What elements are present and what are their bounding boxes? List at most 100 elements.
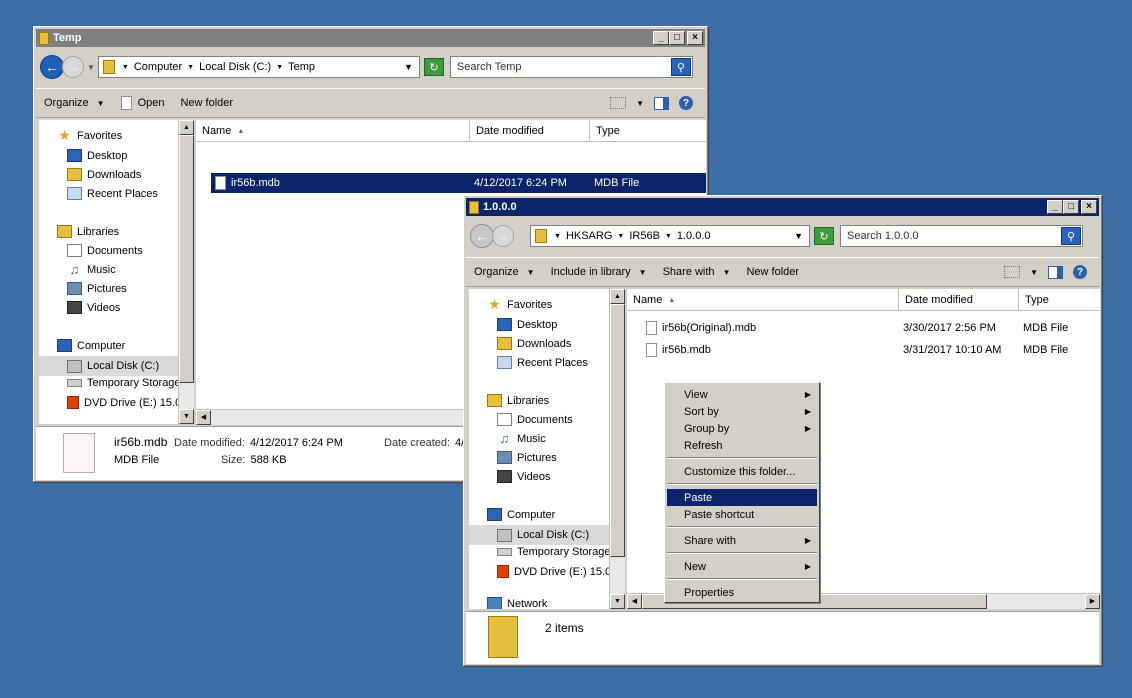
nav-scrollbar[interactable]: ▲ ▼ [178,120,194,424]
column-date-modified[interactable]: Date modified [899,289,1019,311]
nav-videos[interactable]: Videos [497,470,550,483]
back-button[interactable]: ← [470,224,494,248]
help-icon[interactable]: ? [1073,265,1087,279]
nav-documents[interactable]: Documents [67,244,143,257]
menu-item-view[interactable]: View ▶ [667,386,817,403]
nav-temporary-storage[interactable]: Temporary Storage [67,377,178,389]
scroll-thumb[interactable] [610,304,625,557]
title-bar[interactable]: 1.0.0.0 _ □ × [466,198,1099,216]
menu-item-paste-shortcut[interactable]: Paste shortcut [667,506,817,523]
minimize-button[interactable]: _ [653,31,669,45]
nav-videos[interactable]: Videos [67,301,120,314]
breadcrumb-arrow[interactable]: ▼ [665,233,672,240]
address-dropdown[interactable]: ▼ [794,231,803,241]
nav-dvd-drive[interactable]: DVD Drive (E:) 15.0 [67,396,178,409]
maximize-button[interactable]: □ [669,31,685,45]
scroll-right-arrow[interactable]: ▶ [1085,594,1100,609]
close-button[interactable]: × [687,31,703,45]
nav-recent-places[interactable]: Recent Places [497,356,588,369]
recent-pages-dropdown[interactable]: ▼ [87,63,95,72]
scroll-down-arrow[interactable]: ▼ [179,409,194,424]
organize-button[interactable]: Organize ▼ [36,97,113,109]
title-bar[interactable]: Temp _ □ × [36,29,705,47]
nav-computer[interactable]: Computer [487,508,555,521]
include-in-library-button[interactable]: Include in library ▼ [543,266,655,278]
address-bar[interactable]: ▼ HKSARG ▼ IR56B ▼ 1.0.0.0 ▼ [530,225,810,247]
forward-button[interactable]: → [492,225,514,247]
preview-pane-icon[interactable] [1048,265,1063,279]
preview-pane-icon[interactable] [654,96,669,110]
address-bar[interactable]: ▼ Computer ▼ Local Disk (C:) ▼ Temp ▼ [97,56,420,78]
forward-button[interactable]: → [62,56,84,78]
breadcrumb-hksarg[interactable]: HKSARG [564,230,614,242]
nav-downloads[interactable]: Downloads [67,168,141,181]
breadcrumb-ir56b[interactable]: IR56B [627,230,662,242]
nav-documents[interactable]: Documents [497,413,573,426]
breadcrumb-arrow[interactable]: ▼ [276,64,283,71]
menu-item-paste[interactable]: Paste [667,489,817,506]
breadcrumb-1000[interactable]: 1.0.0.0 [675,230,713,242]
scroll-up-arrow[interactable]: ▲ [610,289,625,304]
column-name[interactable]: Name ▲ [196,120,470,142]
view-options-dropdown[interactable]: ▼ [1030,268,1038,277]
refresh-button[interactable]: ↻ [423,58,444,76]
scroll-down-arrow[interactable]: ▼ [610,594,625,609]
view-options-dropdown[interactable]: ▼ [636,99,644,108]
menu-item-refresh[interactable]: Refresh [667,437,817,454]
nav-libraries[interactable]: Libraries [57,225,119,238]
organize-button[interactable]: Organize ▼ [466,266,543,278]
share-with-button[interactable]: Share with ▼ [655,266,739,278]
new-folder-button[interactable]: New folder [172,97,241,109]
back-button[interactable]: ← [40,55,64,79]
change-view-icon[interactable] [610,97,627,109]
menu-item-group-by[interactable]: Group by ▶ [667,420,817,437]
breadcrumb-arrow[interactable]: ▼ [187,64,194,71]
nav-favorites[interactable]: ★ Favorites [57,128,122,142]
nav-downloads[interactable]: Downloads [497,337,571,350]
file-row[interactable]: ir56b.mdb 4/12/2017 6:24 PM MDB File [211,173,706,193]
change-view-icon[interactable] [1004,266,1021,278]
breadcrumb-local-disk[interactable]: Local Disk (C:) [197,61,273,73]
nav-computer[interactable]: Computer [57,339,125,352]
maximize-button[interactable]: □ [1063,200,1079,214]
scroll-thumb[interactable] [179,135,194,383]
nav-pictures[interactable]: Pictures [497,451,557,464]
nav-temporary-storage[interactable]: Temporary Storage [497,546,609,558]
column-type[interactable]: Type [590,120,706,142]
nav-recent-places[interactable]: Recent Places [67,187,158,200]
search-box[interactable]: Search Temp ⚲ [449,56,693,78]
search-icon[interactable]: ⚲ [670,58,691,76]
search-icon[interactable]: ⚲ [1061,227,1081,245]
search-box[interactable]: Search 1.0.0.0 ⚲ [840,225,1083,247]
nav-music[interactable]: ♫ Music [67,263,116,276]
breadcrumb-arrow[interactable]: ▼ [122,64,129,71]
nav-libraries[interactable]: Libraries [487,394,549,407]
column-name[interactable]: Name ▲ [627,289,899,311]
nav-local-disk[interactable]: Local Disk (C:) [39,356,178,376]
column-type[interactable]: Type [1019,289,1100,311]
breadcrumb-temp[interactable]: Temp [286,61,317,73]
nav-desktop[interactable]: Desktop [67,149,127,162]
menu-item-customize-folder[interactable]: Customize this folder... [667,463,817,480]
nav-music[interactable]: ♫ Music [497,432,546,445]
address-dropdown[interactable]: ▼ [404,62,413,72]
nav-scrollbar[interactable]: ▲ ▼ [609,289,625,609]
scroll-left-arrow[interactable]: ◀ [196,410,211,425]
nav-dvd-drive[interactable]: DVD Drive (E:) 15.0 [497,565,609,578]
file-row[interactable]: ir56b(Original).mdb 3/30/2017 2:56 PM MD… [642,318,1100,338]
breadcrumb-arrow[interactable]: ▼ [554,233,561,240]
scroll-left-arrow[interactable]: ◀ [627,594,642,609]
nav-network[interactable]: Network [487,597,547,609]
minimize-button[interactable]: _ [1047,200,1063,214]
nav-desktop[interactable]: Desktop [497,318,557,331]
menu-item-sort-by[interactable]: Sort by ▶ [667,403,817,420]
nav-favorites[interactable]: ★ Favorites [487,297,552,311]
scroll-up-arrow[interactable]: ▲ [179,120,194,135]
menu-item-new[interactable]: New ▶ [667,558,817,575]
new-folder-button[interactable]: New folder [738,266,807,278]
close-button[interactable]: × [1081,200,1097,214]
nav-local-disk[interactable]: Local Disk (C:) [469,525,609,545]
column-date-modified[interactable]: Date modified [470,120,590,142]
menu-item-properties[interactable]: Properties [667,584,817,601]
open-button[interactable]: Open [113,96,173,110]
